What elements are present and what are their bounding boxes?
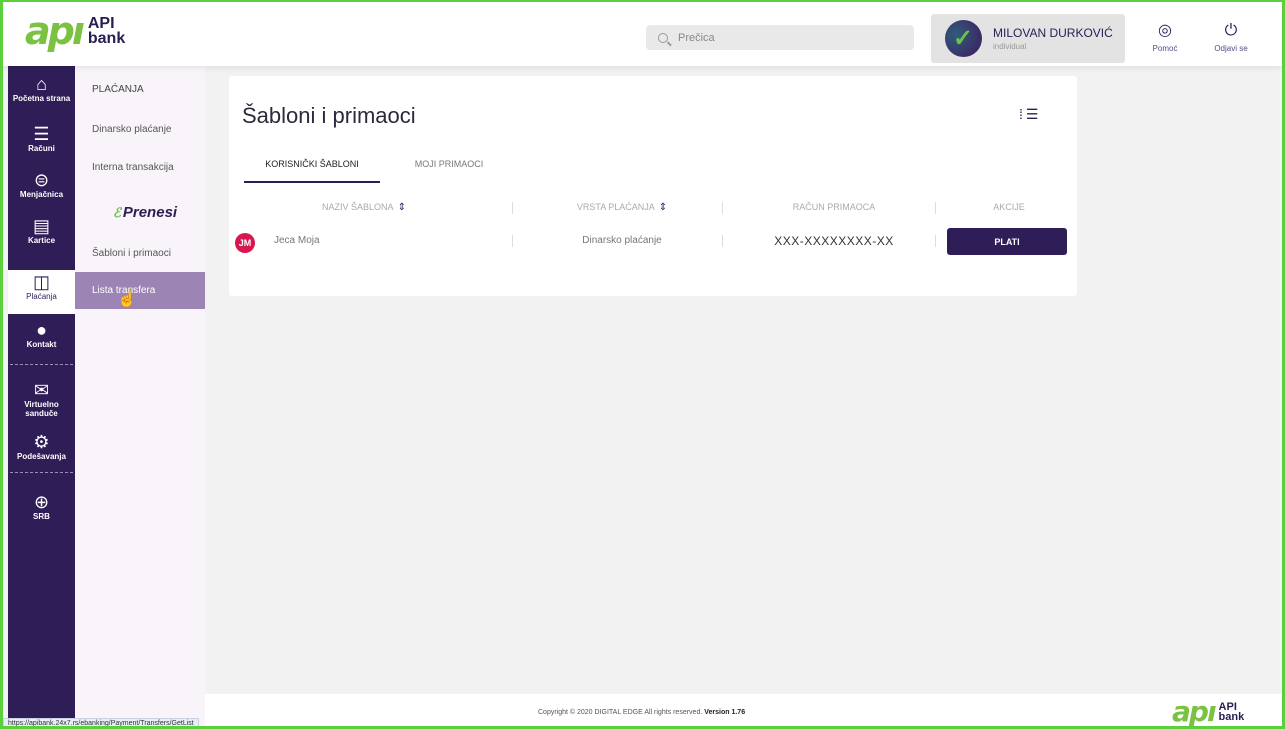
home-icon: ⌂ [36, 74, 47, 94]
column-label: NAZIV ŠABLONA [322, 202, 394, 212]
chat-icon: ● [36, 320, 47, 340]
footer-logo-text: API bank [1218, 702, 1245, 723]
sidebar-divider [10, 472, 73, 473]
top-header: apı API bank Prečica MILOVAN DURKOVIĆ in… [3, 2, 1282, 66]
column-label: VRSTA PLAĆANJA [576, 202, 655, 212]
sidebar-item-cards[interactable]: ▤ Kartice [8, 216, 75, 245]
card-icon: ▤ [32, 216, 50, 236]
sidebar-label: Plaćanja [26, 292, 57, 301]
prenesi-link[interactable]: ℰ Prenesi [113, 204, 177, 221]
column-header-name[interactable]: NAZIV ŠABLONA ⇕ [279, 202, 449, 213]
sidebar-label: Podešavanja [17, 452, 66, 461]
sidebar-label: Kartice [27, 236, 56, 245]
footer-logo-mark: apı [1172, 695, 1217, 728]
footer-logo-text-bank: bank [1218, 711, 1245, 723]
tab-user-templates[interactable]: KORISNIČKI ŠABLONI [244, 159, 380, 183]
footer: Copyright © 2020 DIGITAL EDGE All rights… [205, 694, 1282, 729]
submenu-item-dinar-payment[interactable]: Dinarsko plaćanje [75, 124, 205, 135]
prenesi-icon: ℰ [113, 205, 121, 220]
globe-icon: ⊕ [33, 492, 50, 512]
logo-text: API bank [87, 16, 126, 47]
main-sidebar: ⌂ Početna strana ☰ Računi ⊜ Menjačnica ▤… [8, 66, 75, 729]
user-type: individual [993, 42, 1027, 51]
submenu-item-internal-transfer[interactable]: Interna transakcija [75, 162, 205, 173]
column-divider [935, 235, 936, 247]
template-name: Jeca Moja [274, 235, 320, 246]
submenu-title: PLAĆANJA [92, 84, 144, 95]
help-button[interactable]: ◎ Pomoć [1140, 22, 1190, 53]
sort-icon: ⇕ [658, 202, 668, 213]
sidebar-item-exchange[interactable]: ⊜ Menjačnica [8, 170, 75, 199]
column-divider [512, 235, 513, 247]
page-title: Šabloni i primaoci [242, 103, 416, 128]
sidebar-item-settings[interactable]: ⚙ Podešavanja [8, 432, 75, 461]
submenu-item-transfer-list[interactable]: Lista transfera [75, 272, 205, 309]
logo-mark: apı [25, 9, 85, 53]
column-header-account: RAČUN PRIMAOCA [792, 202, 876, 212]
footer-logo: apı API bank [1172, 698, 1244, 726]
sidebar-item-home[interactable]: ⌂ Početna strana [8, 74, 75, 103]
lightbulb-icon: ◎ [1158, 22, 1172, 39]
wallet-icon: ◫ [32, 272, 50, 292]
submenu-item-templates[interactable]: Šabloni i primaoci [75, 248, 205, 259]
power-icon: ⏻ [1224, 22, 1238, 39]
logout-label: Odjavi se [1214, 44, 1248, 53]
sidebar-item-mailbox[interactable]: ✉ Virtuelno sanduče [8, 380, 75, 418]
logout-button[interactable]: ⏻ Odjavi se [1206, 22, 1256, 53]
filter-icon[interactable]: ⁞☰ [1019, 106, 1041, 123]
sidebar-label: Početna strana [12, 94, 71, 103]
templates-card: Šabloni i primaoci ⁞☰ KORISNIČKI ŠABLONI… [229, 76, 1077, 296]
api-bank-logo[interactable]: apı API bank [25, 12, 125, 50]
payments-submenu: PLAĆANJA Dinarsko plaćanje Interna trans… [75, 66, 205, 729]
column-divider [512, 202, 513, 214]
sort-icon: ⇕ [397, 202, 406, 213]
column-divider [722, 202, 723, 214]
sidebar-label: Kontakt [26, 340, 57, 349]
column-divider [935, 202, 936, 214]
copyright-text: Copyright © 2020 DIGITAL EDGE All rights… [538, 709, 745, 716]
column-header-actions: AKCIJE [993, 202, 1025, 212]
logo-text-bank: bank [87, 30, 126, 47]
column-header-type[interactable]: VRSTA PLAĆANJA ⇕ [547, 202, 697, 213]
mail-icon: ✉ [33, 380, 50, 400]
version-label: Version 1.76 [704, 709, 746, 716]
sidebar-label: Virtuelno sanduče [24, 400, 59, 418]
list-icon: ☰ [33, 124, 50, 144]
user-profile-card[interactable]: MILOVAN DURKOVIĆ individual [931, 14, 1125, 63]
user-name: MILOVAN DURKOVIĆ [993, 26, 1113, 40]
pay-button[interactable]: PLATI [947, 228, 1067, 255]
search-placeholder: Prečica [678, 31, 715, 44]
sidebar-label: SRB [33, 512, 50, 521]
help-label: Pomoć [1152, 44, 1178, 53]
recipient-account: XXX-XXXXXXXX-XX [774, 234, 894, 248]
column-divider [722, 235, 723, 247]
tab-my-recipients[interactable]: MOJI PRIMAOCI [389, 159, 509, 169]
prenesi-label: Prenesi [122, 204, 178, 221]
gear-icon: ⚙ [33, 432, 50, 452]
recipient-avatar: JM [235, 233, 255, 253]
payment-type: Dinarsko plaćanje [582, 235, 662, 246]
hand-cursor-icon: ☝ [117, 291, 137, 308]
sidebar-divider [10, 364, 73, 365]
sidebar-item-language[interactable]: ⊕ SRB [8, 492, 75, 521]
sidebar-item-accounts[interactable]: ☰ Računi [8, 124, 75, 153]
status-bar-url: https://apibank.24x7.rs/ebanking/Payment… [3, 718, 199, 729]
copyright-label: Copyright © 2020 DIGITAL EDGE All rights… [538, 709, 703, 716]
sidebar-item-payments[interactable]: ◫ Plaćanja [8, 270, 75, 314]
avatar [945, 20, 982, 57]
sidebar-item-contact[interactable]: ● Kontakt [8, 320, 75, 349]
sidebar-label: Menjačnica [19, 190, 64, 199]
sidebar-label: Računi [28, 144, 55, 153]
search-input[interactable]: Prečica [646, 25, 914, 50]
search-icon [658, 32, 668, 43]
exchange-icon: ⊜ [33, 170, 50, 190]
